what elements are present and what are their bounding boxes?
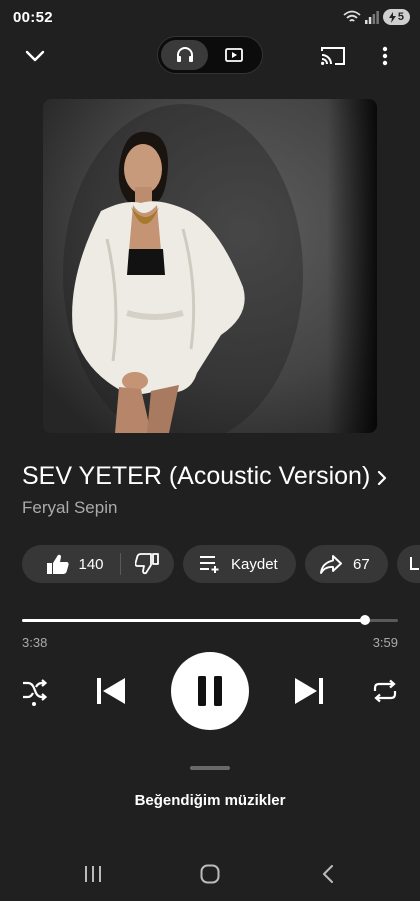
- status-time: 00:52: [13, 9, 53, 26]
- more-options-button[interactable]: [372, 42, 398, 70]
- charging-icon: [388, 11, 396, 23]
- like-dislike-pill: 140: [22, 545, 174, 583]
- video-icon: [225, 48, 243, 62]
- play-pause-button[interactable]: [171, 652, 249, 730]
- progress-fill: [22, 619, 365, 622]
- cast-icon: [321, 47, 345, 65]
- queue-title[interactable]: Beğendiğim müzikler: [0, 792, 420, 809]
- song-mode-button[interactable]: [161, 40, 208, 70]
- skip-previous-icon: [97, 678, 125, 704]
- share-count: 67: [353, 555, 370, 573]
- status-bar: 00:52 5: [0, 0, 420, 36]
- like-count: 140: [78, 555, 104, 573]
- system-navigation-bar: [0, 852, 420, 896]
- playlist-add-icon: [200, 556, 219, 573]
- skip-next-icon: [295, 678, 323, 704]
- elapsed-time: 3:38: [22, 635, 48, 650]
- wifi-icon: [343, 10, 361, 22]
- pause-icon: [198, 676, 222, 706]
- track-details-button[interactable]: [372, 465, 392, 491]
- cast-button[interactable]: [317, 42, 349, 70]
- audio-video-toggle: [157, 36, 263, 74]
- back-icon: [323, 865, 333, 883]
- save-label: Kaydet: [231, 555, 278, 573]
- back-button[interactable]: [313, 860, 343, 888]
- progress-thumb[interactable]: [359, 615, 370, 625]
- total-time: 3:59: [372, 635, 398, 650]
- album-art: [43, 99, 377, 433]
- recent-apps-icon: [85, 866, 101, 882]
- share-icon: [320, 555, 342, 574]
- recent-apps-button[interactable]: [78, 860, 108, 888]
- chevron-down-icon: [25, 50, 45, 62]
- status-icons: 5: [343, 9, 410, 25]
- drag-handle[interactable]: [190, 766, 230, 770]
- share-button[interactable]: 67: [305, 545, 388, 583]
- video-mode-button[interactable]: [210, 40, 258, 70]
- headphones-icon: [176, 47, 193, 62]
- next-button[interactable]: [292, 676, 326, 706]
- home-button[interactable]: [195, 860, 225, 888]
- previous-button[interactable]: [94, 676, 128, 706]
- track-title[interactable]: SEV YETER (Acoustic Version): [22, 462, 370, 491]
- shuffle-button[interactable]: [18, 676, 50, 708]
- thumbs-up-icon: [47, 554, 70, 574]
- more-vertical-icon: [382, 46, 388, 66]
- collapse-button[interactable]: [20, 42, 50, 70]
- save-button[interactable]: Kaydet: [183, 545, 296, 583]
- home-icon: [200, 864, 220, 884]
- thumbs-down-icon: [135, 553, 160, 575]
- dislike-button[interactable]: [121, 545, 174, 583]
- track-artist[interactable]: Feryal Sepin: [22, 498, 117, 518]
- repeat-icon: [373, 679, 397, 703]
- battery-level: 5: [397, 11, 404, 23]
- like-button[interactable]: 140: [22, 545, 120, 583]
- repeat-button[interactable]: [369, 676, 401, 706]
- battery-indicator: 5: [382, 9, 410, 25]
- signal-icon: [364, 11, 379, 24]
- chevron-right-icon: [377, 470, 387, 486]
- progress-bar[interactable]: [22, 615, 398, 625]
- shuffle-icon: [23, 679, 47, 706]
- download-button[interactable]: [397, 545, 420, 583]
- download-icon: [410, 557, 419, 570]
